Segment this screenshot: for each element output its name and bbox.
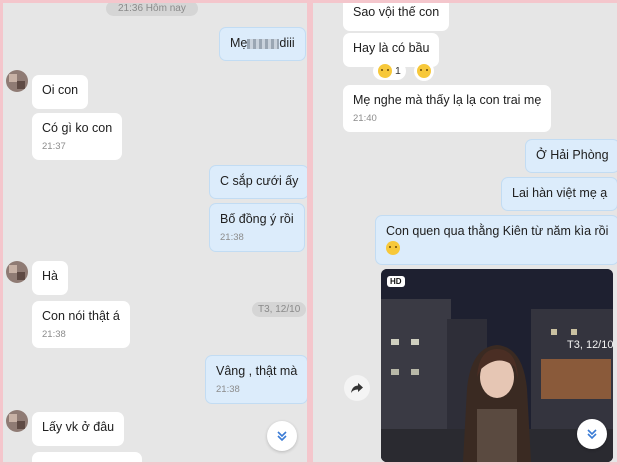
date-divider: 21:36 Hôm nay [106, 3, 198, 16]
message-time: 21:40 [353, 113, 377, 124]
message-text: diii [279, 36, 295, 50]
message-text: Vâng , thật mà [216, 364, 298, 378]
message-outgoing[interactable]: C sắp cưới ấy [209, 165, 307, 199]
double-chevron-down-icon [277, 431, 287, 442]
message-text: Oi con [42, 83, 79, 97]
message-text: Hà [42, 269, 58, 283]
censored-name [247, 38, 280, 49]
message-outgoing[interactable]: Bố đồng ý rồi 21:38 [209, 203, 305, 252]
message-time: 21:38 [42, 329, 66, 340]
message-text: Hay là có bầu [353, 41, 430, 55]
reaction-count: 1 [395, 65, 401, 77]
message-outgoing[interactable]: Lai hàn việt mẹ ạ [501, 177, 617, 211]
forward-button[interactable] [344, 375, 370, 401]
message-incoming[interactable]: Có gì ko con 21:37 [32, 113, 123, 160]
photo-signage-text: T3, 12/10 [567, 339, 613, 351]
message-outgoing[interactable]: Ở Hải Phòng [525, 139, 617, 173]
hd-badge: HD [387, 276, 405, 287]
message-text: Lấy vk ở đâu [42, 420, 115, 434]
crying-emoji-icon [417, 64, 431, 78]
message-time: 21:37 [42, 141, 66, 152]
share-arrow-icon [351, 383, 363, 393]
avatar[interactable] [6, 70, 28, 92]
message-incoming[interactable]: Hà [32, 261, 68, 295]
avatar[interactable] [6, 261, 28, 283]
message-incoming[interactable]: Con nói thật á 21:38 [32, 301, 130, 348]
avatar[interactable] [6, 410, 28, 432]
double-chevron-down-icon [587, 429, 597, 440]
date-divider: T3, 12/10 [252, 302, 307, 317]
message-text: Sao vội thế con [353, 5, 440, 19]
message-incoming[interactable]: Sao vội thế con [343, 3, 450, 31]
reaction-badge[interactable]: 1 [373, 62, 406, 80]
message-text: Có gì ko con [42, 121, 113, 135]
message-text: Mẹ nghe mà thấy lạ lạ con trai mẹ [353, 93, 542, 107]
message-text: Con nói thật á [42, 309, 120, 323]
message-text: C sắp cưới ấy [220, 174, 299, 188]
message-text: Con quen qua thằng Kiên từ năm kìa rồi [386, 224, 609, 238]
message-time: 21:38 [216, 384, 240, 395]
message-text: Mẹ [230, 36, 248, 50]
message-outgoing[interactable]: Con quen qua thằng Kiên từ năm kìa rồi [375, 215, 617, 265]
message-incoming[interactable]: Mẹ nghe mà thấy lạ lạ con trai mẹ 21:40 [343, 85, 552, 132]
message-outgoing[interactable]: Vâng , thật mà 21:38 [205, 355, 307, 404]
crying-emoji-icon [378, 64, 392, 78]
message-incoming[interactable]: Oi con [32, 75, 89, 109]
message-text: Lai hàn việt mẹ ạ [512, 186, 608, 200]
message-time: 21:38 [220, 232, 244, 243]
scroll-down-button[interactable] [577, 419, 607, 449]
react-button[interactable] [414, 61, 434, 81]
crying-emoji-icon [386, 241, 400, 255]
scroll-down-button[interactable] [267, 421, 297, 451]
message-incoming[interactable]: Lấy vk ở đâu [32, 412, 125, 446]
message-text: Bố đồng ý rồi [220, 212, 294, 226]
message-outgoing[interactable]: Mẹ diii [219, 27, 306, 61]
chat-panel-left: 21:36 Hôm nay Mẹ diii Oi con Có gì ko con… [3, 3, 307, 462]
message-text: Ở Hải Phòng [536, 148, 609, 162]
message-incoming[interactable] [32, 452, 142, 462]
chat-panel-right: Sao vội thế con Hay là có bầu 1 Mẹ nghe … [313, 3, 617, 462]
